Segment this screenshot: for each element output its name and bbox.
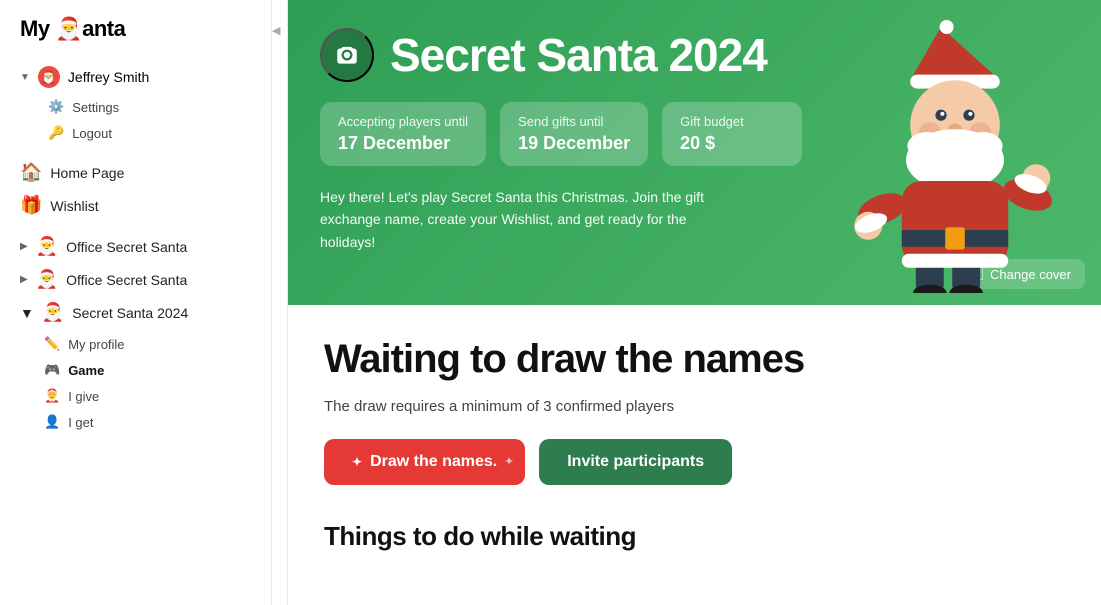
hero-title: Secret Santa 2024 [390, 32, 767, 78]
sidebar-item-game[interactable]: 🎮 Game [0, 357, 271, 383]
sparkle-left-icon: ✦ [352, 455, 362, 469]
game-icon: 🎮 [44, 362, 60, 378]
active-group-items: ✏️ My profile 🎮 Game 🤶 I give 👤 I get [0, 329, 271, 437]
hero-header: Secret Santa 2024 [320, 28, 1069, 82]
i-give-label: I give [68, 389, 99, 404]
draw-names-button[interactable]: ✦ Draw the names. [324, 439, 525, 485]
wishlist-label: Wishlist [50, 198, 98, 214]
things-to-do-title: Things to do while waiting [324, 521, 1065, 552]
active-group-label: Secret Santa 2024 [72, 305, 188, 321]
change-cover-label: Change cover [990, 267, 1071, 282]
collapse-icon: ◀ [272, 24, 280, 37]
accepting-label: Accepting players until [338, 114, 468, 129]
sidebar-item-office-santa-2[interactable]: ▶ 🎅 Office Secret Santa [0, 263, 271, 296]
hero-banner: Secret Santa 2024 Accepting players unti… [288, 0, 1101, 305]
draw-names-label: Draw the names. [370, 453, 497, 471]
active-group-header[interactable]: ▼ 🎅 Secret Santa 2024 [0, 296, 271, 329]
my-profile-icon: ✏️ [44, 336, 60, 352]
page-content: Waiting to draw the names The draw requi… [288, 305, 1101, 584]
chevron-right-icon: ▶ [20, 241, 28, 252]
i-get-label: I get [68, 415, 93, 430]
app-logo: My 🎅anta [0, 16, 271, 58]
user-section: ▼ 🎅 Jeffrey Smith ⚙️ Settings 🔑 Logout [0, 58, 271, 148]
user-name: Jeffrey Smith [68, 69, 149, 85]
budget-value: 20 $ [680, 133, 784, 154]
budget-label: Gift budget [680, 114, 784, 129]
image-icon: 🖼 [968, 266, 985, 282]
accepting-value: 17 December [338, 133, 468, 154]
hero-card-send: Send gifts until 19 December [500, 102, 648, 166]
invite-label: Invite participants [567, 453, 704, 470]
i-give-icon: 🤶 [44, 388, 60, 404]
waiting-title: Waiting to draw the names [324, 337, 1065, 382]
change-cover-button[interactable]: 🖼 Change cover [954, 259, 1085, 289]
draw-subtitle: The draw requires a minimum of 3 confirm… [324, 398, 1065, 415]
action-buttons: ✦ Draw the names. Invite participants [324, 439, 1065, 485]
sidebar-item-wishlist[interactable]: 🎁 Wishlist [0, 189, 271, 222]
settings-label: Settings [72, 100, 119, 115]
sidebar-item-home[interactable]: 🏠 Home Page [0, 156, 271, 189]
sidebar-item-my-profile[interactable]: ✏️ My profile [0, 331, 271, 357]
active-group-icon: 🎅 [42, 302, 64, 323]
hero-card-budget: Gift budget 20 $ [662, 102, 802, 166]
sidebar-item-i-give[interactable]: 🤶 I give [0, 383, 271, 409]
logout-label: Logout [72, 126, 112, 141]
avatar: 🎅 [38, 66, 60, 88]
send-value: 19 December [518, 133, 630, 154]
group2-label: Office Secret Santa [66, 272, 187, 288]
logout-item[interactable]: 🔑 Logout [0, 120, 271, 146]
my-profile-label: My profile [68, 337, 124, 352]
sidebar-item-office-santa-1[interactable]: ▶ 🎅 Office Secret Santa [0, 230, 271, 263]
sidebar-collapse-handle[interactable]: ◀ [272, 0, 288, 605]
home-icon: 🏠 [20, 162, 42, 183]
camera-icon [334, 42, 360, 68]
settings-item[interactable]: ⚙️ Settings [0, 94, 271, 120]
hero-cards: Accepting players until 17 December Send… [320, 102, 1069, 166]
chevron-right-icon-2: ▶ [20, 274, 28, 285]
sidebar-item-i-get[interactable]: 👤 I get [0, 409, 271, 435]
hero-card-accepting: Accepting players until 17 December [320, 102, 486, 166]
chevron-down-icon-2: ▼ [20, 305, 34, 321]
group1-icon: 🎅 [36, 236, 58, 257]
main-content: Secret Santa 2024 Accepting players unti… [288, 0, 1101, 605]
sidebar: My 🎅anta ▼ 🎅 Jeffrey Smith ⚙️ Settings 🔑… [0, 0, 272, 605]
i-get-icon: 👤 [44, 414, 60, 430]
invite-participants-button[interactable]: Invite participants [539, 439, 732, 485]
change-photo-button[interactable] [320, 28, 374, 82]
settings-icon: ⚙️ [48, 99, 64, 115]
chevron-down-icon: ▼ [20, 72, 30, 83]
logout-icon: 🔑 [48, 125, 64, 141]
user-menu[interactable]: ▼ 🎅 Jeffrey Smith [0, 60, 271, 94]
home-label: Home Page [50, 165, 124, 181]
group1-label: Office Secret Santa [66, 239, 187, 255]
wishlist-icon: 🎁 [20, 195, 42, 216]
game-label: Game [68, 363, 104, 378]
send-label: Send gifts until [518, 114, 630, 129]
group2-icon: 🎅 [36, 269, 58, 290]
hero-description: Hey there! Let's play Secret Santa this … [320, 186, 740, 253]
